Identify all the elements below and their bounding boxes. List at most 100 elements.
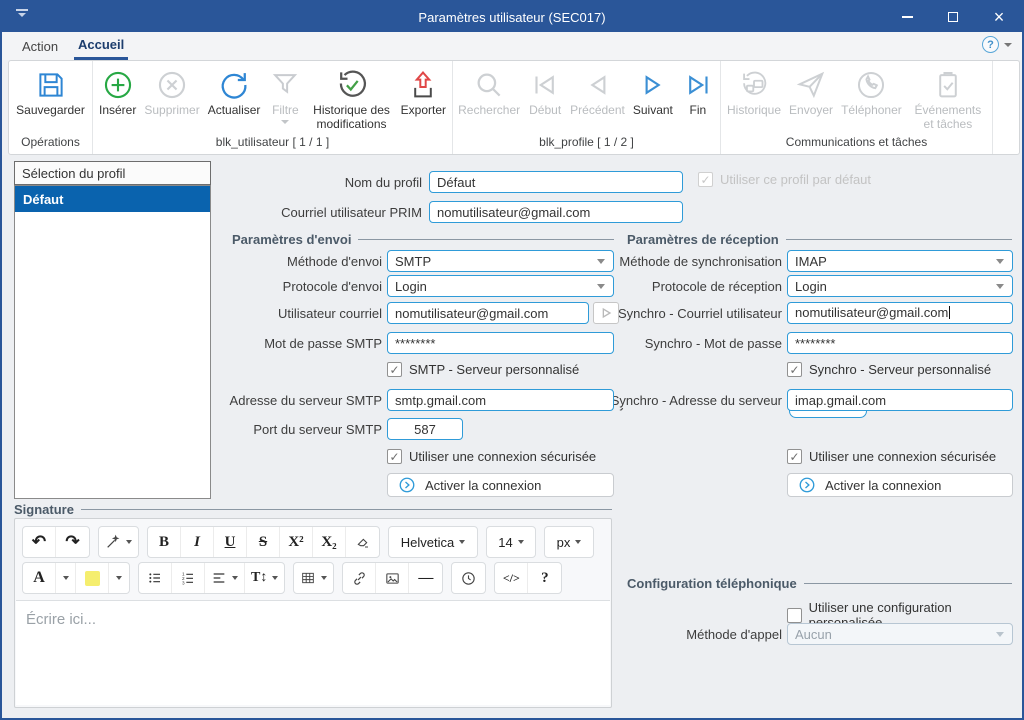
save-icon bbox=[34, 66, 68, 104]
activer-connexion-synchro-button[interactable]: Activer la connexion bbox=[787, 473, 1013, 497]
activate-icon bbox=[798, 476, 816, 494]
insert-link-button[interactable] bbox=[343, 563, 376, 593]
dropdown-arrow-icon bbox=[996, 632, 1004, 637]
underline-button[interactable]: U bbox=[214, 527, 247, 557]
line-height-button[interactable]: T↕ bbox=[245, 563, 284, 593]
help-chevron-icon[interactable] bbox=[1004, 43, 1012, 47]
dropdown-caret-icon bbox=[575, 540, 581, 544]
phone-button[interactable]: Téléphoner bbox=[837, 66, 906, 118]
refresh-button[interactable]: Actualiser bbox=[204, 66, 265, 118]
save-button[interactable]: Sauvegarder bbox=[12, 66, 89, 118]
history-button[interactable]: Historique bbox=[723, 66, 785, 118]
methode-envoi-label: Méthode d'envoi bbox=[182, 254, 382, 270]
close-button[interactable]: × bbox=[976, 2, 1022, 32]
profile-list-item[interactable]: Défaut bbox=[15, 186, 210, 212]
bullet-list-icon bbox=[147, 570, 163, 586]
text-color-button[interactable]: A bbox=[23, 563, 56, 593]
table-button[interactable] bbox=[294, 563, 333, 593]
courriel-prim-input[interactable] bbox=[429, 201, 683, 223]
text-color-dropdown[interactable] bbox=[56, 563, 76, 593]
smtp-serveur-perso-checkbox[interactable]: ✓ SMTP - Serveur personnalisé bbox=[387, 362, 579, 377]
previous-record-button[interactable]: Précédent bbox=[566, 66, 629, 118]
insert-image-button[interactable] bbox=[376, 563, 409, 593]
adresse-smtp-input[interactable] bbox=[387, 389, 614, 411]
minimize-icon bbox=[902, 16, 913, 18]
utilisateur-courriel-input[interactable] bbox=[387, 302, 589, 324]
send-button[interactable]: Envoyer bbox=[785, 66, 837, 118]
synchro-connexion-securisee-checkbox[interactable]: ✓ Utiliser une connexion sécurisée bbox=[787, 449, 996, 464]
mdp-smtp-input[interactable] bbox=[387, 332, 614, 354]
redo-button[interactable]: ↷ bbox=[56, 527, 89, 557]
clear-format-button[interactable] bbox=[346, 527, 379, 557]
horizontal-rule-button[interactable]: — bbox=[409, 563, 442, 593]
strikethrough-button[interactable]: S bbox=[247, 527, 280, 557]
synchro-courriel-label: Synchro - Courriel utilisateur bbox=[557, 306, 782, 322]
delete-button[interactable]: Supprimer bbox=[140, 66, 203, 118]
title-bar: Paramètres utilisateur (SEC017) × bbox=[2, 2, 1022, 32]
highlight-color-dropdown[interactable] bbox=[109, 563, 129, 593]
numbered-list-button[interactable]: 1 2 3 bbox=[172, 563, 205, 593]
adresse-smtp-label: Adresse du serveur SMTP bbox=[182, 393, 382, 409]
ribbon-group-operations: Sauvegarder Opérations bbox=[9, 61, 93, 154]
insert-time-button[interactable] bbox=[452, 563, 485, 593]
bullet-list-button[interactable] bbox=[139, 563, 172, 593]
export-button[interactable]: Exporter bbox=[397, 66, 450, 118]
synchro-serveur-perso-checkbox[interactable]: ✓ Synchro - Serveur personnalisé bbox=[787, 362, 991, 377]
test-send-button[interactable] bbox=[593, 302, 619, 324]
highlight-color-button[interactable] bbox=[76, 563, 109, 593]
default-profile-checkbox[interactable]: ✓ Utiliser ce profil par défaut bbox=[698, 172, 871, 187]
synchro-mdp-input[interactable] bbox=[787, 332, 1013, 354]
align-button[interactable] bbox=[205, 563, 245, 593]
font-name-select[interactable]: Helvetica bbox=[389, 527, 477, 557]
bold-button[interactable]: B bbox=[148, 527, 181, 557]
methode-appel-select[interactable]: Aucun bbox=[787, 623, 1013, 645]
synchro-adresse-input[interactable] bbox=[787, 389, 1013, 411]
filter-button[interactable]: Filtre bbox=[264, 66, 306, 124]
minimize-button[interactable] bbox=[884, 2, 930, 32]
section-envoi: Paramètres d'envoi bbox=[232, 232, 614, 247]
italic-button[interactable]: I bbox=[181, 527, 214, 557]
undo-icon: ↶ bbox=[32, 532, 46, 552]
dropdown-caret-icon bbox=[126, 540, 132, 544]
help-icon[interactable]: ? bbox=[982, 36, 999, 53]
activer-connexion-smtp-button[interactable]: Activer la connexion bbox=[387, 473, 614, 497]
search-button[interactable]: Rechercher bbox=[454, 66, 524, 118]
group-label-communications: Communications et tâches bbox=[721, 133, 992, 154]
first-record-button[interactable]: Début bbox=[524, 66, 566, 118]
protocole-reception-select[interactable]: Login bbox=[787, 275, 1013, 297]
tab-accueil[interactable]: Accueil bbox=[74, 32, 128, 60]
last-record-icon bbox=[681, 66, 715, 104]
insert-button[interactable]: Insérer bbox=[95, 66, 140, 118]
smtp-connexion-securisee-checkbox[interactable]: ✓ Utiliser une connexion sécurisée bbox=[387, 449, 596, 464]
nom-profil-input[interactable] bbox=[429, 171, 683, 193]
superscript-button[interactable]: X² bbox=[280, 527, 313, 557]
ribbon-filler bbox=[993, 61, 1019, 154]
change-history-button[interactable]: Historique des modifications bbox=[306, 66, 396, 132]
group-label-utilisateur: blk_utilisateur [ 1 / 1 ] bbox=[93, 133, 452, 154]
code-view-button[interactable]: </> bbox=[495, 563, 528, 593]
subscript-button[interactable]: X₂ bbox=[313, 527, 346, 557]
dropdown-caret-icon bbox=[272, 576, 278, 580]
methode-sync-select[interactable]: IMAP bbox=[787, 250, 1013, 272]
font-size-select[interactable]: 14 bbox=[487, 527, 535, 557]
synchro-courriel-input[interactable]: nomutilisateur@gmail.com bbox=[787, 302, 1013, 324]
editor-help-button[interactable]: ? bbox=[528, 563, 561, 593]
eraser-icon bbox=[355, 534, 371, 550]
font-unit-select[interactable]: px bbox=[545, 527, 593, 557]
signature-body[interactable]: Écrire ici... bbox=[16, 600, 610, 705]
protocole-envoi-select[interactable]: Login bbox=[387, 275, 614, 297]
mdp-smtp-label: Mot de passe SMTP bbox=[182, 336, 382, 352]
first-record-icon bbox=[528, 66, 562, 104]
last-record-button[interactable]: Fin bbox=[677, 66, 719, 118]
dropdown-caret-icon bbox=[518, 540, 524, 544]
redo-icon: ↷ bbox=[65, 532, 79, 552]
undo-button[interactable]: ↶ bbox=[23, 527, 56, 557]
tab-action[interactable]: Action bbox=[18, 32, 62, 60]
port-smtp-input[interactable] bbox=[387, 418, 463, 440]
section-signature: Signature bbox=[14, 502, 612, 517]
next-record-button[interactable]: Suivant bbox=[629, 66, 677, 118]
events-tasks-button[interactable]: Événements et tâches bbox=[906, 66, 990, 132]
methode-envoi-select[interactable]: SMTP bbox=[387, 250, 614, 272]
magic-wand-button[interactable] bbox=[99, 527, 138, 557]
maximize-button[interactable] bbox=[930, 2, 976, 32]
